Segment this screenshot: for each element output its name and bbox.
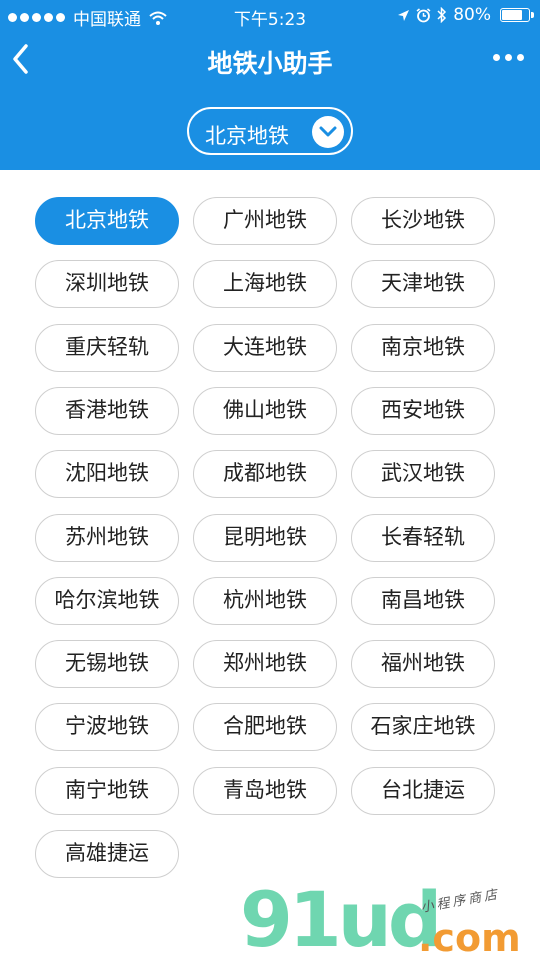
watermark-logo: 91ud .com 小程序商店 bbox=[240, 880, 540, 960]
watermark-domain: .com bbox=[418, 916, 521, 960]
more-dots-icon bbox=[493, 54, 500, 61]
battery-fill bbox=[502, 10, 523, 20]
city-button[interactable]: 郑州地铁 bbox=[193, 640, 337, 688]
city-button[interactable]: 成都地铁 bbox=[193, 450, 337, 498]
more-menu-button[interactable] bbox=[493, 54, 524, 61]
city-button[interactable]: 合肥地铁 bbox=[193, 703, 337, 751]
city-button[interactable]: 宁波地铁 bbox=[35, 703, 179, 751]
city-button[interactable]: 上海地铁 bbox=[193, 260, 337, 308]
city-button[interactable]: 无锡地铁 bbox=[35, 640, 179, 688]
city-button[interactable]: 天津地铁 bbox=[351, 260, 495, 308]
city-button[interactable]: 长沙地铁 bbox=[351, 197, 495, 245]
city-button[interactable]: 北京地铁 bbox=[35, 197, 179, 245]
city-button[interactable]: 高雄捷运 bbox=[35, 830, 179, 878]
city-button[interactable]: 苏州地铁 bbox=[35, 514, 179, 562]
city-button[interactable]: 石家庄地铁 bbox=[351, 703, 495, 751]
watermark-brand: 91ud bbox=[240, 875, 442, 960]
nav-bar: 地铁小助手 bbox=[0, 30, 540, 90]
page-title: 地铁小助手 bbox=[207, 49, 333, 78]
city-button[interactable]: 深圳地铁 bbox=[35, 260, 179, 308]
city-button[interactable]: 西安地铁 bbox=[351, 387, 495, 435]
city-button[interactable]: 昆明地铁 bbox=[193, 514, 337, 562]
city-button[interactable]: 台北捷运 bbox=[351, 767, 495, 815]
location-arrow-icon bbox=[398, 9, 410, 21]
city-button[interactable]: 香港地铁 bbox=[35, 387, 179, 435]
city-button[interactable]: 福州地铁 bbox=[351, 640, 495, 688]
city-button[interactable]: 沈阳地铁 bbox=[35, 450, 179, 498]
bluetooth-icon bbox=[437, 7, 447, 23]
city-button[interactable]: 南京地铁 bbox=[351, 324, 495, 372]
status-bar: 中国联通 下午5:23 80% bbox=[0, 0, 540, 30]
city-selector[interactable]: 北京地铁 bbox=[187, 107, 353, 155]
city-button[interactable]: 武汉地铁 bbox=[351, 450, 495, 498]
city-button[interactable]: 青岛地铁 bbox=[193, 767, 337, 815]
city-selector-label: 北京地铁 bbox=[205, 124, 289, 148]
alarm-clock-icon bbox=[416, 7, 431, 22]
battery-percent: 80% bbox=[453, 5, 491, 25]
city-button[interactable]: 哈尔滨地铁 bbox=[35, 577, 179, 625]
city-button[interactable]: 大连地铁 bbox=[193, 324, 337, 372]
chevron-down-icon bbox=[312, 116, 344, 148]
city-button[interactable]: 广州地铁 bbox=[193, 197, 337, 245]
city-button[interactable]: 南昌地铁 bbox=[351, 577, 495, 625]
city-button[interactable]: 长春轻轨 bbox=[351, 514, 495, 562]
status-right: 80% bbox=[397, 5, 534, 25]
city-button[interactable]: 佛山地铁 bbox=[193, 387, 337, 435]
city-button[interactable]: 重庆轻轨 bbox=[35, 324, 179, 372]
city-button[interactable]: 杭州地铁 bbox=[193, 577, 337, 625]
battery-icon bbox=[500, 8, 534, 22]
city-button[interactable]: 南宁地铁 bbox=[35, 767, 179, 815]
